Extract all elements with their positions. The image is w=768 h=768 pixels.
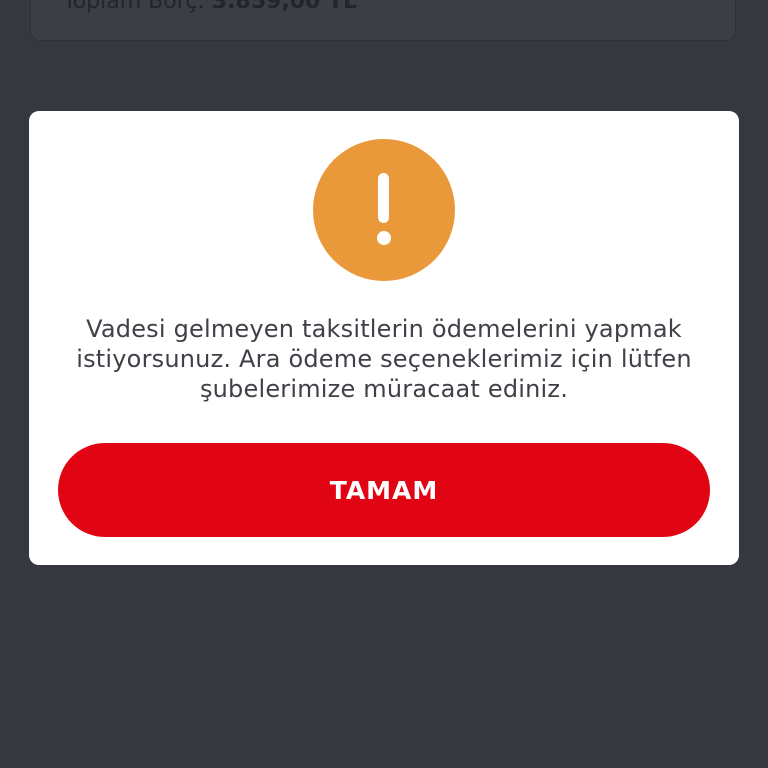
dialog-message: Vadesi gelmeyen taksitlerin ödemelerini …	[76, 315, 692, 403]
ok-button[interactable]: TAMAM	[58, 443, 710, 537]
exclamation-icon	[313, 139, 455, 281]
exclamation-dot	[377, 231, 391, 245]
total-debt-amount: 3.859,00 TL	[211, 0, 358, 14]
total-debt-card: Toplam Borç: 3.859,00 TL	[30, 0, 736, 41]
alert-dialog: Vadesi gelmeyen taksitlerin ödemelerini …	[29, 111, 739, 565]
total-debt-text: Toplam Borç: 3.859,00 TL	[63, 0, 357, 14]
exclamation-bar	[378, 173, 389, 223]
total-debt-label: Toplam Borç:	[63, 0, 205, 14]
